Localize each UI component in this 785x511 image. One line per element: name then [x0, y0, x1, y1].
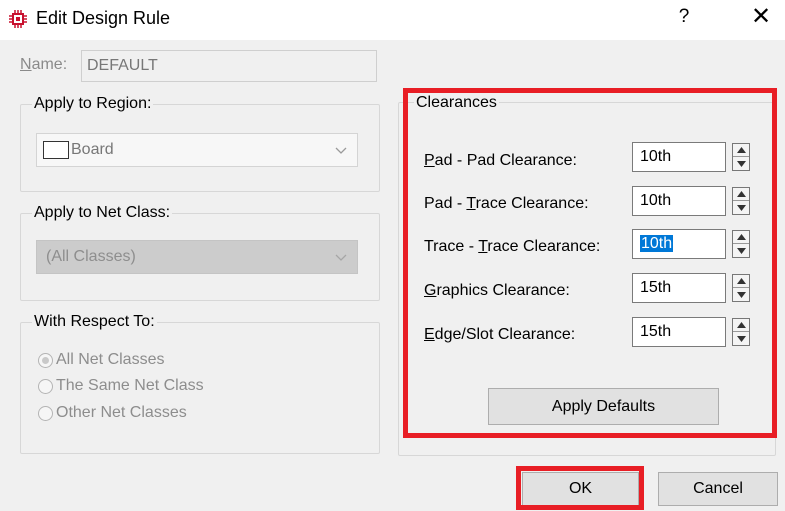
region-dropdown-value: Board: [71, 141, 114, 158]
name-field: DEFAULT: [81, 50, 377, 82]
radio-selected-icon: [38, 352, 53, 368]
apply-defaults-button[interactable]: Apply Defaults: [488, 388, 719, 425]
spin-down-icon[interactable]: [733, 244, 749, 257]
net-class-dropdown[interactable]: (All Classes): [36, 240, 358, 274]
pad-trace-clearance-label: Pad - Trace Clearance:: [424, 195, 589, 212]
radio-icon: [38, 405, 53, 421]
window-title: Edit Design Rule: [36, 8, 171, 28]
radio-same-net-class[interactable]: The Same Net Class: [38, 377, 204, 395]
graphics-clearance-label: Graphics Clearance:: [424, 282, 570, 299]
spin-down-icon[interactable]: [733, 157, 749, 170]
pad-pad-clearance-label: Pad - Pad Clearance:: [424, 152, 577, 169]
region-dropdown[interactable]: Board: [36, 133, 358, 167]
edge-slot-clearance-input[interactable]: 15th: [632, 317, 726, 347]
edge-slot-clearance-label: Edge/Slot Clearance:: [424, 326, 576, 343]
selected-text: 10th: [640, 235, 674, 252]
region-group-label: Apply to Region:: [32, 95, 154, 113]
chip-icon: [9, 10, 27, 28]
spin-down-icon[interactable]: [733, 332, 749, 345]
spin-up-icon[interactable]: [733, 144, 749, 157]
radio-label: The Same Net Class: [56, 377, 204, 394]
spin-up-icon[interactable]: [733, 231, 749, 244]
respect-group-label: With Respect To:: [32, 313, 157, 331]
net-class-group-label: Apply to Net Class:: [32, 204, 173, 222]
pad-trace-clearance-spinner[interactable]: [732, 187, 750, 215]
board-swatch-icon: [43, 141, 69, 159]
help-button[interactable]: ?: [672, 6, 696, 28]
trace-trace-clearance-input[interactable]: 10th: [632, 229, 726, 259]
radio-label: Other Net Classes: [56, 404, 187, 421]
title-bar: Edit Design Rule ? ✕: [0, 0, 785, 40]
spin-up-icon[interactable]: [733, 188, 749, 201]
pad-pad-clearance-spinner[interactable]: [732, 143, 750, 171]
name-label: Name:: [20, 56, 68, 73]
pad-trace-clearance-input[interactable]: 10th: [632, 186, 726, 216]
pad-pad-clearance-input[interactable]: 10th: [632, 142, 726, 172]
close-button[interactable]: ✕: [748, 2, 774, 31]
radio-all-net-classes[interactable]: All Net Classes: [38, 351, 164, 369]
graphics-clearance-spinner[interactable]: [732, 274, 750, 302]
net-class-dropdown-value: (All Classes): [46, 248, 136, 265]
edge-slot-clearance-spinner[interactable]: [732, 318, 750, 346]
trace-trace-clearance-label: Trace - Trace Clearance:: [424, 238, 601, 255]
chevron-down-icon: [335, 147, 347, 154]
radio-other-net-classes[interactable]: Other Net Classes: [38, 404, 187, 422]
clearances-group-label: Clearances: [414, 94, 499, 112]
cancel-button[interactable]: Cancel: [658, 472, 778, 506]
radio-icon: [38, 378, 53, 394]
spin-down-icon[interactable]: [733, 288, 749, 301]
chevron-down-icon: [335, 254, 347, 261]
spin-up-icon[interactable]: [733, 275, 749, 288]
spin-down-icon[interactable]: [733, 201, 749, 214]
radio-label: All Net Classes: [56, 351, 165, 368]
graphics-clearance-input[interactable]: 15th: [632, 273, 726, 303]
spin-up-icon[interactable]: [733, 319, 749, 332]
trace-trace-clearance-spinner[interactable]: [732, 230, 750, 258]
ok-button[interactable]: OK: [522, 472, 639, 506]
